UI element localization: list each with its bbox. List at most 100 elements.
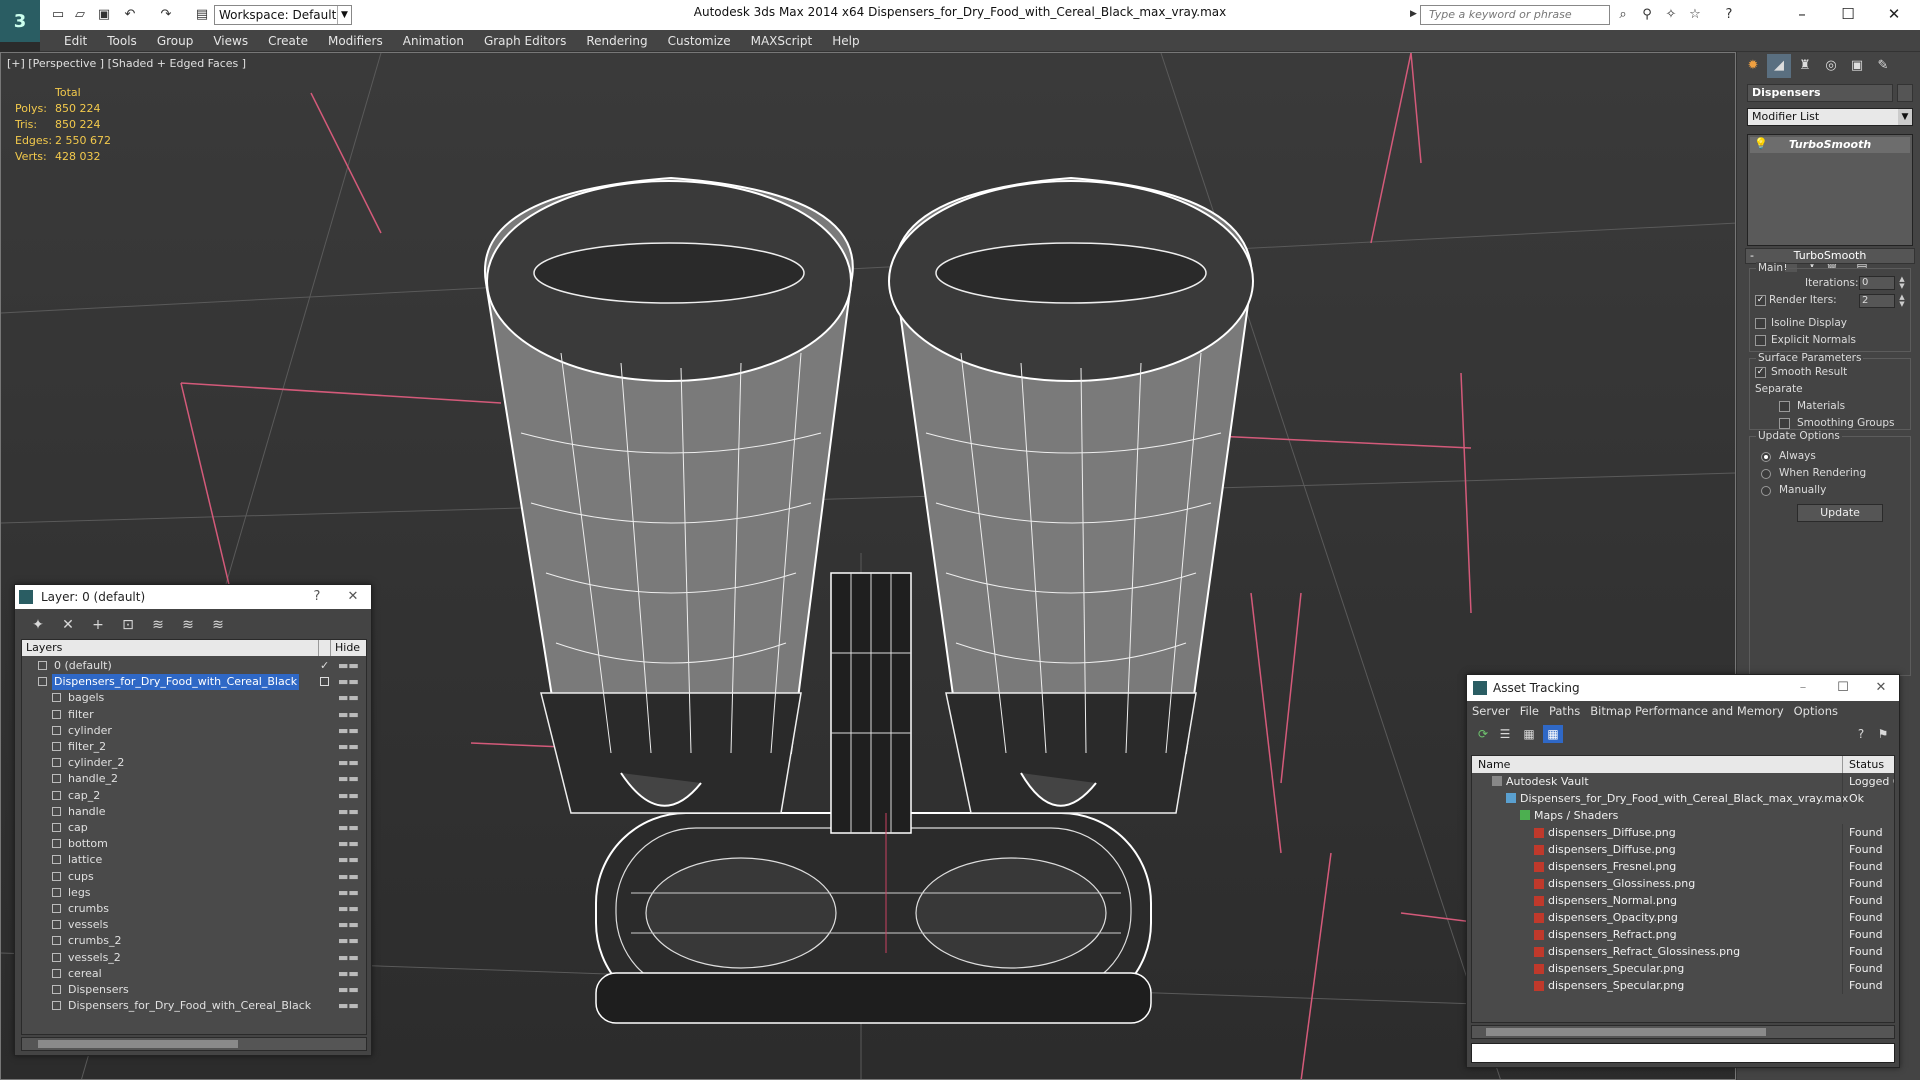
asset-menu-options[interactable]: Options: [1789, 701, 1843, 721]
layer-row[interactable]: bagels ▬▬: [22, 690, 366, 706]
project-folder-icon[interactable]: ▤: [194, 7, 210, 23]
asset-row[interactable]: dispensers_Refract.png Found: [1472, 926, 1894, 943]
horizontal-scrollbar[interactable]: [1471, 1025, 1895, 1039]
layer-row[interactable]: bottom ▬▬: [22, 836, 366, 852]
motion-tab-icon[interactable]: ◎: [1819, 54, 1843, 78]
name-column-header[interactable]: Name: [1478, 756, 1510, 773]
hide-toggle[interactable]: ▬▬: [338, 950, 359, 966]
layer-row[interactable]: cap_2 ▬▬: [22, 788, 366, 804]
open-file-icon[interactable]: ▱: [72, 7, 88, 23]
hide-toggle[interactable]: ▬▬: [338, 998, 359, 1014]
binoculars-icon[interactable]: ⌕: [1614, 6, 1632, 24]
layer-row[interactable]: lattice ▬▬: [22, 852, 366, 868]
layer-row[interactable]: crumbs ▬▬: [22, 901, 366, 917]
hide-column-header[interactable]: Hide: [330, 640, 366, 656]
menu-animation[interactable]: Animation: [393, 30, 474, 52]
create-layer-icon[interactable]: ✦: [27, 615, 49, 635]
menu-create[interactable]: Create: [258, 30, 318, 52]
layer-row[interactable]: Dispensers ▬▬: [22, 982, 366, 998]
asset-row[interactable]: dispensers_Diffuse.png Found: [1472, 824, 1894, 841]
close-icon[interactable]: ✕: [1872, 3, 1916, 27]
hierarchy-tab-icon[interactable]: ♜: [1793, 54, 1817, 78]
current-layer-check-icon[interactable]: ✓: [320, 658, 329, 674]
hide-toggle[interactable]: ▬▬: [338, 901, 359, 917]
hide-toggle[interactable]: ▬▬: [338, 771, 359, 787]
help-icon[interactable]: ?: [1851, 725, 1871, 743]
asset-row[interactable]: dispensers_Opacity.png Found: [1472, 909, 1894, 926]
scrollbar-thumb[interactable]: [1486, 1028, 1766, 1036]
layer-row[interactable]: Dispensers_for_Dry_Food_with_Cereal_Blac…: [22, 674, 366, 691]
hide-all-icon[interactable]: ≋: [177, 615, 199, 635]
minimize-icon[interactable]: –: [1780, 3, 1824, 27]
help-icon[interactable]: ?: [305, 587, 329, 607]
layer-row[interactable]: filter_2 ▬▬: [22, 739, 366, 755]
layer-row[interactable]: cylinder_2 ▬▬: [22, 755, 366, 771]
layer-row[interactable]: handle ▬▬: [22, 804, 366, 820]
hide-toggle[interactable]: ▬▬: [338, 885, 359, 901]
layer-row[interactable]: cylinder ▬▬: [22, 723, 366, 739]
layer-current-toggle[interactable]: [320, 677, 329, 687]
asset-row[interactable]: Dispensers_for_Dry_Food_with_Cereal_Blac…: [1472, 790, 1894, 807]
modifier-list-dropdown[interactable]: Modifier List ▼: [1747, 108, 1913, 126]
spinner-arrows-icon[interactable]: ▲ ▼: [1897, 276, 1907, 290]
menu-maxscript[interactable]: MAXScript: [741, 30, 823, 52]
scrollbar-thumb[interactable]: [38, 1040, 238, 1048]
render-iters-checkbox[interactable]: ✓: [1755, 295, 1766, 306]
iterations-spinner[interactable]: 0: [1859, 276, 1895, 290]
asset-row[interactable]: dispensers_Normal.png Found: [1472, 892, 1894, 909]
hide-toggle[interactable]: ▬▬: [338, 982, 359, 998]
menu-customize[interactable]: Customize: [658, 30, 741, 52]
asset-menu-paths[interactable]: Paths: [1544, 701, 1585, 721]
smooth-result-checkbox[interactable]: ✓: [1755, 367, 1766, 378]
layer-row[interactable]: cups ▬▬: [22, 869, 366, 885]
hide-toggle[interactable]: ▬▬: [338, 723, 359, 739]
favorites-star-icon[interactable]: ☆: [1686, 6, 1704, 24]
layer-row[interactable]: vessels_2 ▬▬: [22, 950, 366, 966]
pin-help-icon[interactable]: ⚑: [1873, 725, 1893, 743]
menu-help[interactable]: Help: [822, 30, 869, 52]
hide-toggle[interactable]: ▬▬: [338, 739, 359, 755]
maximize-icon[interactable]: ☐: [1826, 3, 1870, 27]
hide-toggle[interactable]: ▬▬: [338, 836, 359, 852]
spinner-arrows-icon[interactable]: ▲ ▼: [1897, 294, 1907, 308]
materials-checkbox[interactable]: [1779, 401, 1790, 412]
explicit-normals-checkbox[interactable]: [1755, 335, 1766, 346]
lightbulb-icon[interactable]: 💡: [1754, 137, 1768, 150]
asset-menu-file[interactable]: File: [1515, 701, 1544, 721]
utilities-tab-icon[interactable]: ✎: [1871, 54, 1895, 78]
menu-modifiers[interactable]: Modifiers: [318, 30, 393, 52]
close-icon[interactable]: ✕: [341, 587, 365, 607]
hide-toggle[interactable]: ▬▬: [338, 674, 359, 690]
asset-menu-server[interactable]: Server: [1467, 701, 1515, 721]
highlight-layer-icon[interactable]: ≋: [147, 615, 169, 635]
asset-row[interactable]: dispensers_Glossiness.png Found: [1472, 875, 1894, 892]
isoline-display-checkbox[interactable]: [1755, 318, 1766, 329]
display-tab-icon[interactable]: ▣: [1845, 54, 1869, 78]
viewport-label[interactable]: [+] [Perspective ] [Shaded + Edged Faces…: [7, 57, 246, 70]
object-name-field[interactable]: Dispensers: [1747, 84, 1893, 102]
hide-toggle[interactable]: ▬▬: [338, 820, 359, 836]
asset-row[interactable]: dispensers_Specular.png Found: [1472, 960, 1894, 977]
render-iters-spinner[interactable]: 2: [1859, 294, 1895, 308]
menu-graph-editors[interactable]: Graph Editors: [474, 30, 576, 52]
help-icon[interactable]: ?: [1720, 6, 1738, 24]
hide-toggle[interactable]: ▬▬: [338, 852, 359, 868]
asset-row[interactable]: dispensers_Specular.png Found: [1472, 977, 1894, 994]
workspace-dropdown[interactable]: Workspace: Default ▼: [214, 5, 352, 25]
asset-row[interactable]: Maps / Shaders: [1472, 807, 1894, 824]
modify-tab-icon[interactable]: ◢: [1767, 54, 1791, 78]
undo-icon[interactable]: ↶: [122, 7, 138, 23]
always-radio[interactable]: [1761, 452, 1771, 462]
hide-toggle[interactable]: ▬▬: [338, 804, 359, 820]
layer-row[interactable]: legs ▬▬: [22, 885, 366, 901]
subscription-icon[interactable]: ⚲: [1638, 6, 1656, 24]
hide-toggle[interactable]: ▬▬: [338, 788, 359, 804]
asset-row[interactable]: dispensers_Refract_Glossiness.png Found: [1472, 943, 1894, 960]
hide-toggle[interactable]: ▬▬: [338, 658, 359, 674]
stack-item-turbosmooth[interactable]: TurboSmooth: [1750, 137, 1910, 153]
app-logo[interactable]: 3: [0, 0, 40, 42]
when-rendering-radio[interactable]: [1761, 469, 1771, 479]
smoothing-groups-checkbox[interactable]: [1779, 418, 1790, 429]
asset-row[interactable]: Autodesk Vault Logged O: [1472, 773, 1894, 790]
search-expand-icon[interactable]: ▶: [1410, 9, 1417, 19]
